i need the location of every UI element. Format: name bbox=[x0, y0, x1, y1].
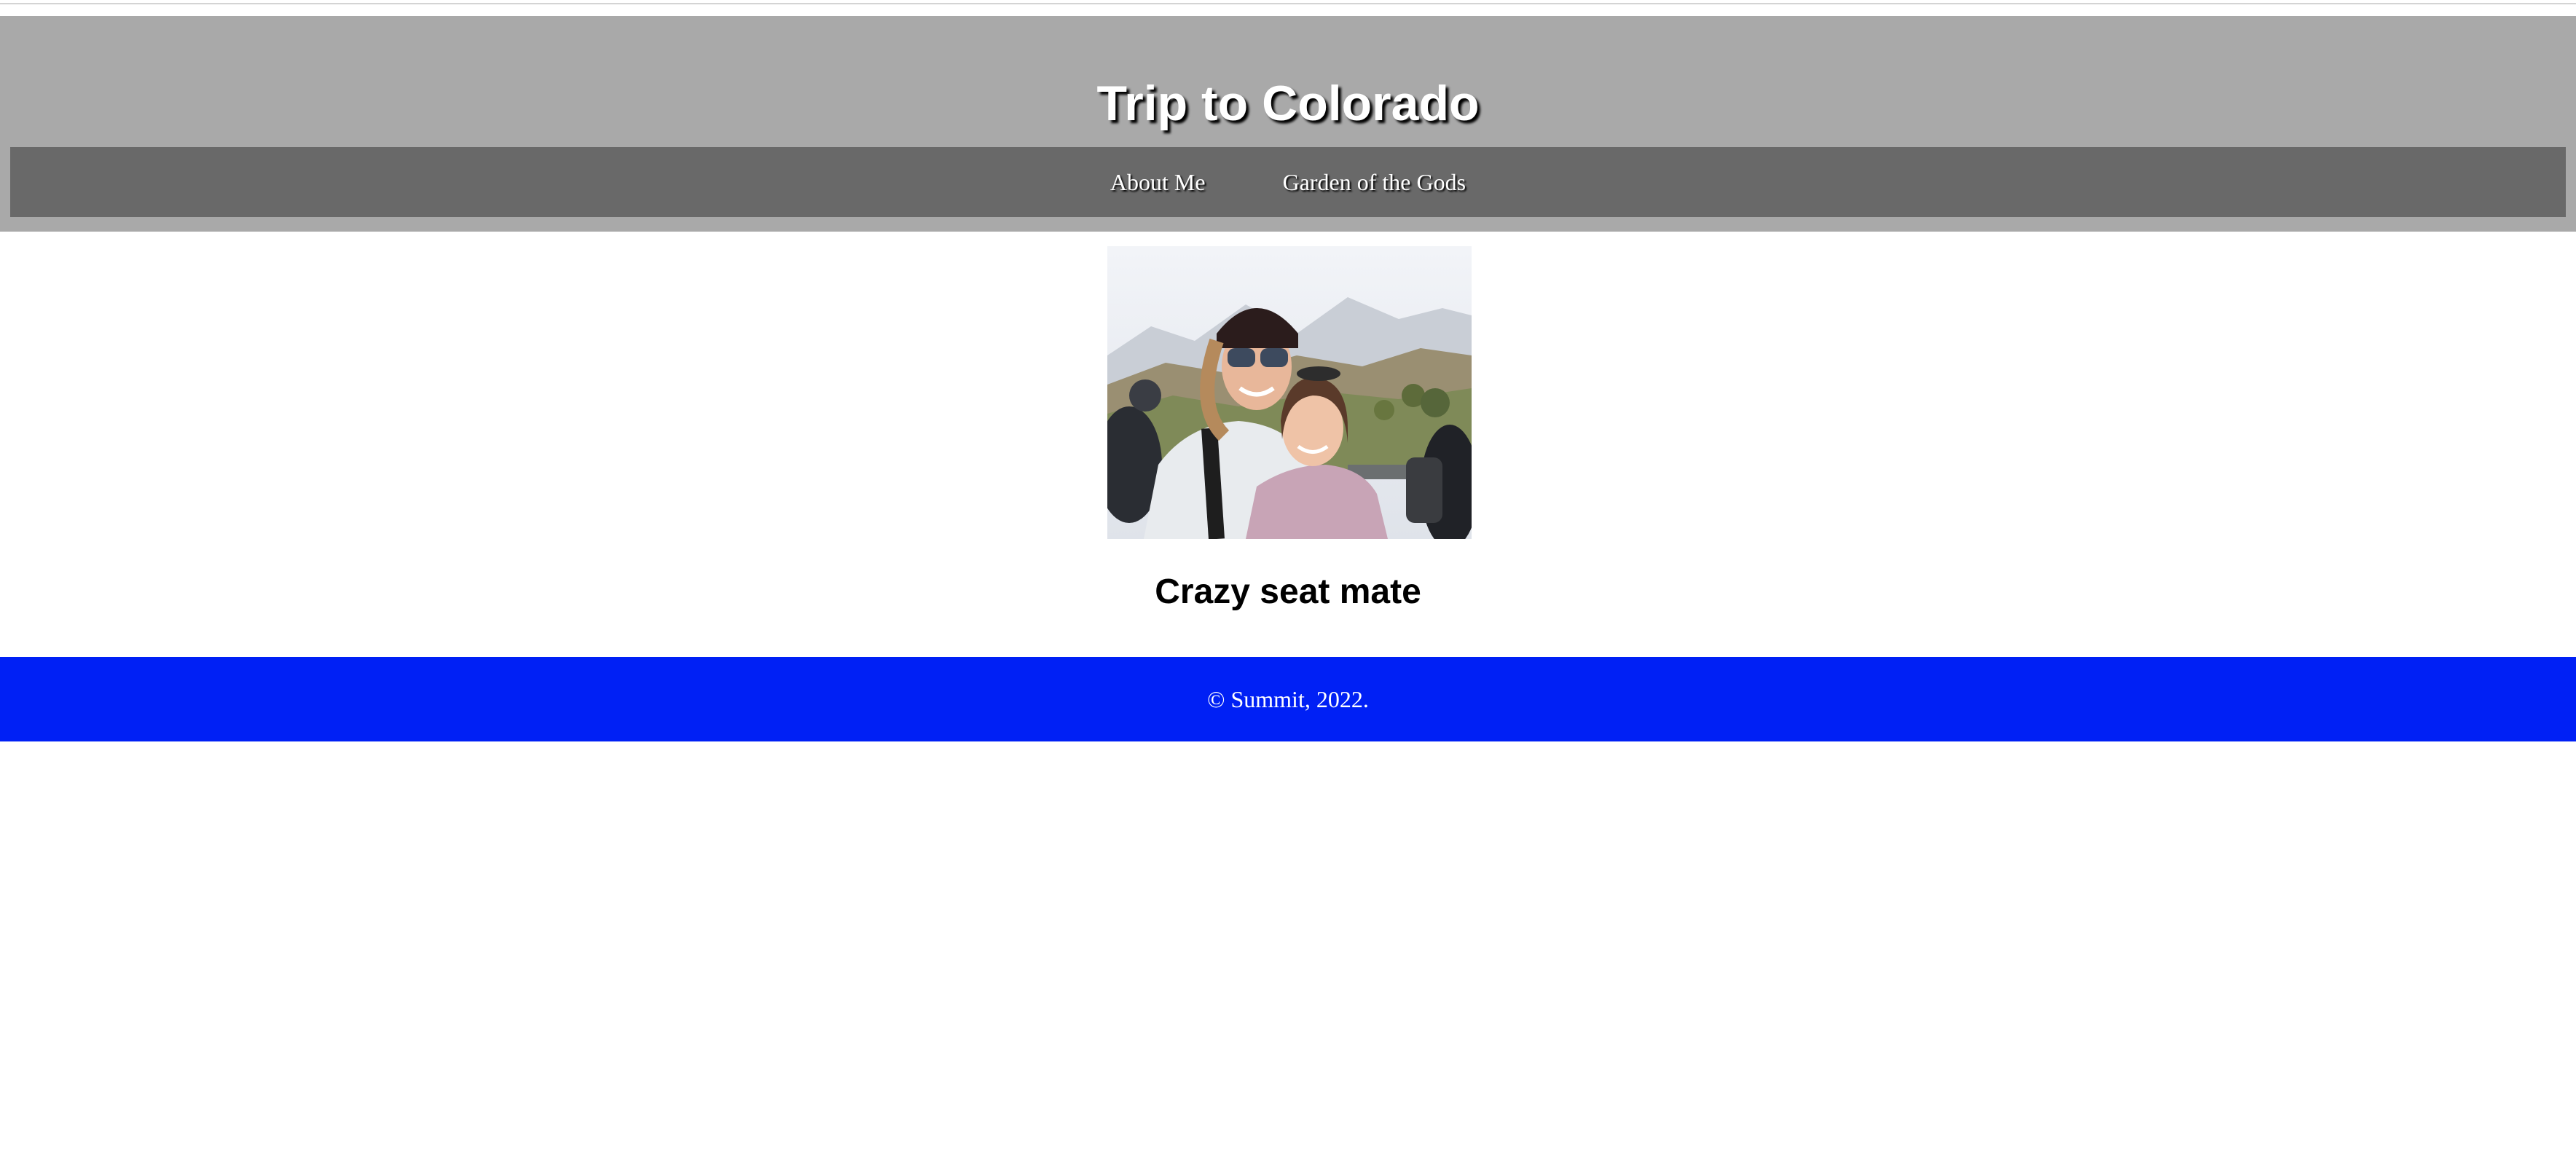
photo-caption: Crazy seat mate bbox=[1155, 572, 1421, 611]
main-nav: About Me Garden of the Gods bbox=[10, 147, 2566, 217]
nav-link-garden-of-the-gods[interactable]: Garden of the Gods bbox=[1283, 147, 1466, 217]
copyright-text: © Summit, 2022. bbox=[1207, 686, 1369, 712]
trip-photo bbox=[1107, 246, 1472, 539]
nav-link-about-me[interactable]: About Me bbox=[1110, 147, 1206, 217]
site-footer: © Summit, 2022. bbox=[0, 657, 2576, 741]
page-title: Trip to Colorado bbox=[1096, 76, 1480, 131]
top-divider bbox=[0, 3, 2576, 4]
site-header: Trip to Colorado About Me Garden of the … bbox=[0, 16, 2576, 232]
